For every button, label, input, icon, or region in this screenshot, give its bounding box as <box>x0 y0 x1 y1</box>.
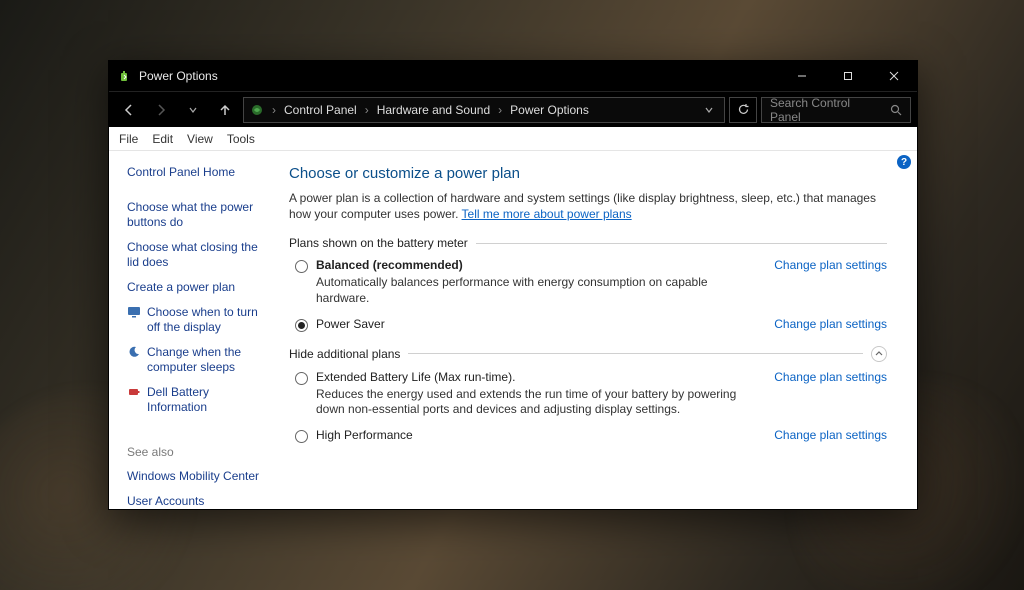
sidebar-computer-sleeps[interactable]: Change when the computer sleeps <box>147 345 269 375</box>
sidebar-home[interactable]: Control Panel Home <box>127 165 269 180</box>
plan-name-high-performance[interactable]: High Performance <box>316 428 413 442</box>
sidebar-create-plan[interactable]: Create a power plan <box>127 280 269 295</box>
plan-extended: Extended Battery Life (Max run-time). Ch… <box>295 370 887 418</box>
radio-high-performance[interactable] <box>295 430 308 443</box>
breadcrumb-leaf[interactable]: Power Options <box>510 103 589 117</box>
radio-power-saver[interactable] <box>295 319 308 332</box>
refresh-button[interactable] <box>729 97 757 123</box>
minimize-button[interactable] <box>779 61 825 91</box>
seealso-users[interactable]: User Accounts <box>127 494 269 509</box>
change-settings-high-performance[interactable]: Change plan settings <box>774 428 887 442</box>
up-button[interactable] <box>211 96 239 124</box>
sidebar-turn-off-display[interactable]: Choose when to turn off the display <box>147 305 269 335</box>
radio-extended[interactable] <box>295 372 308 385</box>
search-input[interactable]: Search Control Panel <box>761 97 911 123</box>
menubar: File Edit View Tools <box>109 127 917 151</box>
section-additional-plans: Hide additional plans Extended Battery L… <box>289 346 887 443</box>
breadcrumb-mid[interactable]: Hardware and Sound <box>377 103 490 117</box>
plan-desc-extended: Reduces the energy used and extends the … <box>316 387 746 418</box>
close-button[interactable] <box>871 61 917 91</box>
location-icon <box>250 103 264 117</box>
menu-edit[interactable]: Edit <box>152 132 173 146</box>
chevron-right-icon: › <box>361 103 373 117</box>
body: ? Control Panel Home Choose what the pow… <box>109 151 917 509</box>
search-icon <box>890 104 902 116</box>
help-icon[interactable]: ? <box>897 155 911 169</box>
recent-dropdown-icon[interactable] <box>179 96 207 124</box>
maximize-button[interactable] <box>825 61 871 91</box>
plan-name-balanced[interactable]: Balanced (recommended) <box>316 258 463 272</box>
menu-view[interactable]: View <box>187 132 213 146</box>
main-content: Choose or customize a power plan A power… <box>279 151 917 509</box>
titlebar: Power Options <box>109 61 917 91</box>
sidebar-power-buttons[interactable]: Choose what the power buttons do <box>127 200 269 230</box>
section-title-additional[interactable]: Hide additional plans <box>289 347 400 361</box>
window-title: Power Options <box>139 69 218 83</box>
menu-file[interactable]: File <box>119 132 138 146</box>
sidebar-dell-battery[interactable]: Dell Battery Information <box>147 385 269 415</box>
address-dropdown-icon[interactable] <box>700 105 718 115</box>
plan-name-power-saver[interactable]: Power Saver <box>316 317 385 331</box>
page-description: A power plan is a collection of hardware… <box>289 190 887 222</box>
learn-more-link[interactable]: Tell me more about power plans <box>462 207 632 221</box>
chevron-right-icon: › <box>268 103 280 117</box>
sidebar-closing-lid[interactable]: Choose what closing the lid does <box>127 240 269 270</box>
divider <box>476 243 887 244</box>
section-title-battery-meter: Plans shown on the battery meter <box>289 236 468 250</box>
display-icon <box>127 305 141 319</box>
see-also-label: See also <box>127 425 269 459</box>
plan-power-saver: Power Saver Change plan settings <box>295 317 887 332</box>
search-placeholder: Search Control Panel <box>770 96 884 124</box>
section-battery-meter: Plans shown on the battery meter Balance… <box>289 236 887 331</box>
divider <box>408 353 863 354</box>
plan-name-extended[interactable]: Extended Battery Life (Max run-time). <box>316 370 515 384</box>
sidebar: Control Panel Home Choose what the power… <box>109 151 279 509</box>
page-title: Choose or customize a power plan <box>289 165 887 182</box>
sleep-icon <box>127 345 141 359</box>
change-settings-power-saver[interactable]: Change plan settings <box>774 317 887 331</box>
plan-balanced: Balanced (recommended) Change plan setti… <box>295 258 887 306</box>
navigation-bar: › Control Panel › Hardware and Sound › P… <box>109 91 917 127</box>
chevron-right-icon: › <box>494 103 506 117</box>
collapse-icon[interactable] <box>871 346 887 362</box>
menu-tools[interactable]: Tools <box>227 132 255 146</box>
address-bar[interactable]: › Control Panel › Hardware and Sound › P… <box>243 97 725 123</box>
radio-balanced[interactable] <box>295 260 308 273</box>
plan-high-performance: High Performance Change plan settings <box>295 428 887 443</box>
window: Power Options › Control Panel › Hardware… <box>108 60 918 510</box>
plan-desc-balanced: Automatically balances performance with … <box>316 275 746 306</box>
battery-icon <box>127 385 141 399</box>
breadcrumb-root[interactable]: Control Panel <box>284 103 357 117</box>
forward-button[interactable] <box>147 96 175 124</box>
change-settings-balanced[interactable]: Change plan settings <box>774 258 887 272</box>
change-settings-extended[interactable]: Change plan settings <box>774 370 887 384</box>
power-options-icon <box>117 68 133 84</box>
seealso-mobility[interactable]: Windows Mobility Center <box>127 469 269 484</box>
back-button[interactable] <box>115 96 143 124</box>
